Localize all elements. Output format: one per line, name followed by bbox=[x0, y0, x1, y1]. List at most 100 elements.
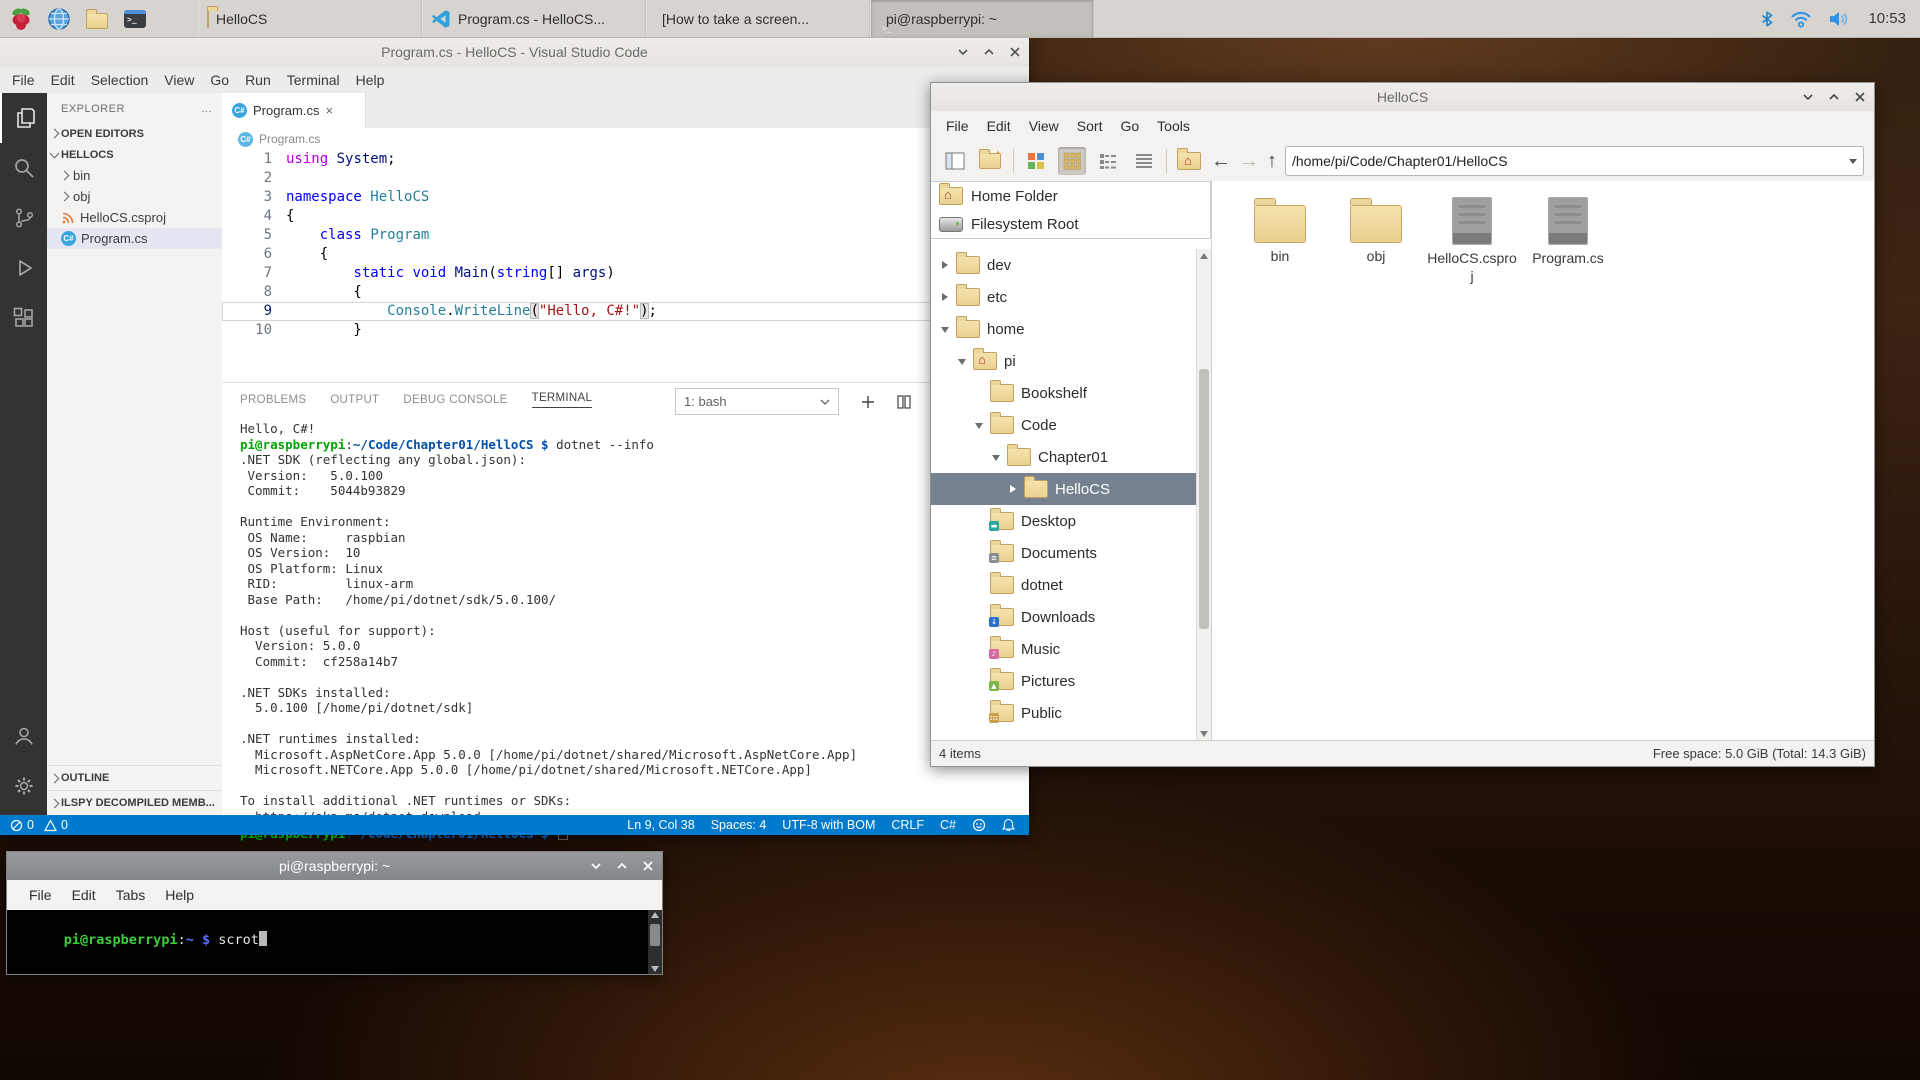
bluetooth-icon[interactable] bbox=[1760, 10, 1774, 28]
terminal-content[interactable]: pi@raspberrypi:~ $ scrot bbox=[7, 910, 648, 974]
tree-item-music[interactable]: ♪Music bbox=[931, 633, 1197, 665]
open-editors-section[interactable]: OPEN EDITORS bbox=[47, 123, 222, 144]
tree-item-public[interactable]: :::Public bbox=[931, 697, 1197, 729]
status-item[interactable]: C# bbox=[940, 818, 956, 832]
tree-item-desktop[interactable]: ▬Desktop bbox=[931, 505, 1197, 537]
taskbar-window-button[interactable]: Program.cs - HelloCS... bbox=[422, 0, 646, 37]
scroll-up-icon[interactable] bbox=[1200, 253, 1208, 259]
file-item-program-cs[interactable]: Program.cs bbox=[1520, 195, 1616, 267]
expander-right-icon[interactable] bbox=[1009, 485, 1017, 493]
launcher-menu[interactable] bbox=[4, 3, 38, 34]
menu-tools[interactable]: Tools bbox=[1148, 114, 1199, 138]
tree-item-etc[interactable]: etc bbox=[931, 281, 1197, 313]
clock[interactable]: 10:53 bbox=[1868, 10, 1906, 27]
menu-selection[interactable]: Selection bbox=[83, 69, 157, 91]
maximize-icon[interactable] bbox=[616, 860, 628, 872]
file-item-obj[interactable]: obj bbox=[1328, 195, 1424, 265]
close-icon[interactable] bbox=[1854, 91, 1866, 103]
panel-tab-problems[interactable]: PROBLEMS bbox=[240, 394, 306, 406]
explorer-item-obj[interactable]: obj bbox=[47, 186, 222, 207]
integrated-terminal[interactable]: Hello, C#!pi@raspberrypi:~/Code/Chapter0… bbox=[240, 421, 1025, 815]
scrollbar-thumb[interactable] bbox=[1199, 369, 1209, 629]
tree-item-dotnet[interactable]: dotnet bbox=[931, 569, 1197, 601]
errors-status[interactable]: 0 bbox=[10, 818, 34, 832]
section-outline[interactable]: OUTLINE bbox=[47, 765, 222, 790]
activity-files-icon[interactable] bbox=[0, 93, 49, 143]
menu-view[interactable]: View bbox=[1020, 114, 1068, 138]
status-item[interactable]: Spaces: 4 bbox=[711, 818, 767, 832]
tree-scrollbar[interactable] bbox=[1196, 249, 1211, 741]
tree-item-code[interactable]: Code bbox=[931, 409, 1197, 441]
status-item[interactable]: UTF-8 with BOM bbox=[782, 818, 875, 832]
menu-run[interactable]: Run bbox=[237, 69, 279, 91]
expander-down-icon[interactable] bbox=[941, 325, 949, 333]
panel-tab-debug-console[interactable]: DEBUG CONSOLE bbox=[403, 394, 507, 406]
menu-go[interactable]: Go bbox=[202, 69, 237, 91]
activity-run-debug-icon[interactable] bbox=[0, 243, 47, 293]
menu-sort[interactable]: Sort bbox=[1068, 114, 1112, 138]
new-window-icon[interactable] bbox=[941, 147, 969, 175]
activity-search-icon[interactable] bbox=[0, 143, 47, 193]
breadcrumb[interactable]: C# Program.cs bbox=[222, 128, 1029, 150]
activity-source-control-icon[interactable] bbox=[0, 193, 47, 243]
new-folder-icon[interactable]: ✦ bbox=[977, 147, 1005, 175]
launcher-terminal[interactable] bbox=[118, 3, 152, 34]
close-icon[interactable] bbox=[642, 860, 654, 872]
taskbar-window-button[interactable]: HelloCS bbox=[198, 0, 422, 37]
tab-program-cs[interactable]: C# Program.cs × bbox=[222, 93, 366, 128]
menu-file[interactable]: File bbox=[4, 69, 43, 91]
tree-item-bookshelf[interactable]: Bookshelf bbox=[931, 377, 1197, 409]
back-icon[interactable]: ← bbox=[1211, 151, 1231, 171]
expander-right-icon[interactable] bbox=[941, 293, 949, 301]
shade-icon[interactable] bbox=[1802, 91, 1814, 103]
menu-terminal[interactable]: Terminal bbox=[279, 69, 348, 91]
maximize-icon[interactable] bbox=[1828, 91, 1840, 103]
menu-edit[interactable]: Edit bbox=[62, 883, 106, 907]
explorer-item-hellocs.csproj[interactable]: HelloCS.csproj bbox=[47, 207, 222, 228]
shade-icon[interactable] bbox=[590, 860, 602, 872]
close-icon[interactable] bbox=[1009, 46, 1021, 58]
path-dropdown-icon[interactable] bbox=[1849, 159, 1857, 164]
menu-go[interactable]: Go bbox=[1111, 114, 1148, 138]
icon-view-icon[interactable] bbox=[1058, 147, 1086, 175]
status-item[interactable]: CRLF bbox=[891, 818, 924, 832]
code-area[interactable]: 1using System;23namespace HelloCS4{5 cla… bbox=[222, 150, 1029, 340]
tree-item-chapter01[interactable]: Chapter01 bbox=[931, 441, 1197, 473]
activity-extensions-icon[interactable] bbox=[0, 293, 47, 343]
feedback-icon[interactable] bbox=[972, 818, 986, 832]
expander-down-icon[interactable] bbox=[992, 453, 1000, 461]
activity-account-icon[interactable] bbox=[0, 711, 47, 761]
tree-item-downloads[interactable]: ↓Downloads bbox=[931, 601, 1197, 633]
menu-view[interactable]: View bbox=[156, 69, 202, 91]
menu-help[interactable]: Help bbox=[155, 883, 204, 907]
scroll-up-icon[interactable] bbox=[651, 912, 659, 918]
terminal-scrollbar[interactable] bbox=[648, 910, 662, 974]
expander-down-icon[interactable] bbox=[958, 357, 966, 365]
tree-item-home[interactable]: home bbox=[931, 313, 1197, 345]
tab-close-icon[interactable]: × bbox=[325, 103, 333, 118]
panel-tab-output[interactable]: OUTPUT bbox=[330, 394, 379, 406]
shell-select[interactable]: 1: bash bbox=[675, 388, 839, 415]
explorer-actions-icon[interactable]: ... bbox=[201, 103, 212, 115]
taskbar-window-button[interactable]: pi@raspberrypi: ~ bbox=[870, 0, 1094, 37]
volume-icon[interactable] bbox=[1828, 10, 1852, 28]
taskbar-window-button[interactable]: [How to take a screen... bbox=[646, 0, 870, 37]
project-section[interactable]: HELLOCS bbox=[47, 144, 222, 165]
path-bar[interactable]: /home/pi/Code/Chapter01/HelloCS bbox=[1285, 146, 1864, 176]
place-home-folder[interactable]: ⌂Home Folder bbox=[931, 182, 1210, 210]
scroll-down-icon[interactable] bbox=[1200, 731, 1208, 737]
tree-item-pictures[interactable]: ▲Pictures bbox=[931, 665, 1197, 697]
activity-settings-gear-icon[interactable] bbox=[0, 761, 47, 811]
forward-icon[interactable]: → bbox=[1239, 151, 1259, 171]
file-item-bin[interactable]: bin bbox=[1232, 195, 1328, 265]
wifi-icon[interactable] bbox=[1790, 10, 1812, 28]
scroll-down-icon[interactable] bbox=[651, 966, 659, 972]
tree-item-dev[interactable]: dev bbox=[931, 249, 1197, 281]
thumbnail-view-icon[interactable] bbox=[1022, 147, 1050, 175]
menu-file[interactable]: File bbox=[19, 883, 62, 907]
expander-right-icon[interactable] bbox=[941, 261, 949, 269]
new-terminal-icon[interactable] bbox=[861, 395, 875, 409]
menu-edit[interactable]: Edit bbox=[43, 69, 83, 91]
section-ilspy-decompiled-memb-[interactable]: ILSPY DECOMPILED MEMB... bbox=[47, 790, 222, 815]
expander-down-icon[interactable] bbox=[975, 421, 983, 429]
